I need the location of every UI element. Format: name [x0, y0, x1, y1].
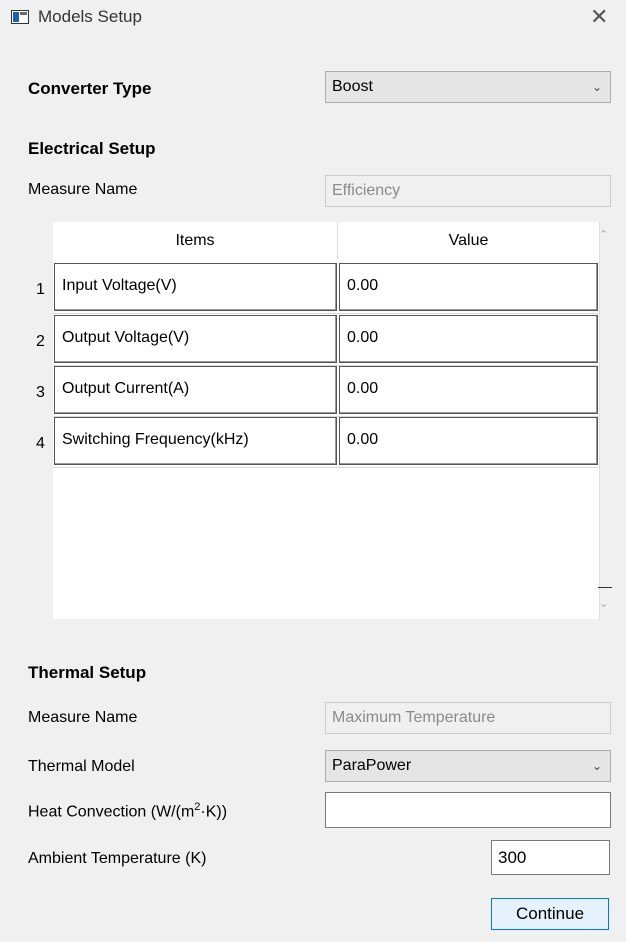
- converter-type-value: Boost: [332, 78, 373, 95]
- row-number: 2: [36, 333, 45, 350]
- electrical-measure-label: Measure Name: [28, 181, 138, 198]
- thermal-measure-field: Maximum Temperature: [325, 702, 611, 734]
- title-bar: Models Setup ✕: [0, 0, 626, 36]
- row-number: 1: [36, 281, 45, 298]
- heat-convection-input[interactable]: [325, 792, 611, 828]
- thermal-model-value: ParaPower: [332, 757, 412, 774]
- electrical-table: Items Value 1 Input Voltage(V) 0.00 2 Ou…: [28, 222, 612, 619]
- row-number: 3: [36, 384, 45, 401]
- value-cell[interactable]: 0.00: [339, 315, 598, 363]
- converter-type-label: Converter Type: [28, 79, 152, 98]
- close-icon[interactable]: ✕: [590, 4, 608, 30]
- thermal-setup-heading: Thermal Setup: [28, 663, 147, 682]
- continue-button[interactable]: Continue: [491, 898, 609, 930]
- row-number: 4: [36, 435, 45, 452]
- item-cell[interactable]: Output Voltage(V): [54, 315, 337, 363]
- chevron-down-icon[interactable]: ⌄: [599, 597, 608, 610]
- table-scrollbar[interactable]: ⌃ ⌄: [598, 222, 612, 619]
- chevron-up-icon[interactable]: ⌃: [599, 228, 608, 241]
- item-cell[interactable]: Switching Frequency(kHz): [54, 417, 337, 465]
- app-icon: [11, 10, 29, 24]
- column-header-value[interactable]: Value: [338, 222, 599, 260]
- window-title: Models Setup: [38, 7, 142, 26]
- chevron-down-icon: ⌄: [591, 759, 602, 773]
- heat-convection-label: Heat Convection (W/(m2·K)): [28, 801, 228, 821]
- column-header-items[interactable]: Items: [53, 222, 338, 260]
- ambient-temperature-label: Ambient Temperature (K): [28, 850, 207, 867]
- thermal-measure-label: Measure Name: [28, 709, 138, 726]
- ambient-temperature-input[interactable]: 300: [491, 840, 610, 875]
- value-cell[interactable]: 0.00: [339, 417, 598, 465]
- converter-type-select[interactable]: Boost ⌄: [325, 71, 611, 103]
- chevron-down-icon: ⌄: [591, 80, 602, 94]
- electrical-setup-heading: Electrical Setup: [28, 139, 156, 158]
- value-cell[interactable]: 0.00: [339, 263, 598, 311]
- thermal-model-select[interactable]: ParaPower ⌄: [325, 750, 611, 782]
- electrical-measure-field: Efficiency: [325, 175, 611, 207]
- item-cell[interactable]: Output Current(A): [54, 366, 337, 414]
- value-cell[interactable]: 0.00: [339, 366, 598, 414]
- thermal-model-label: Thermal Model: [28, 758, 135, 775]
- item-cell[interactable]: Input Voltage(V): [54, 263, 337, 311]
